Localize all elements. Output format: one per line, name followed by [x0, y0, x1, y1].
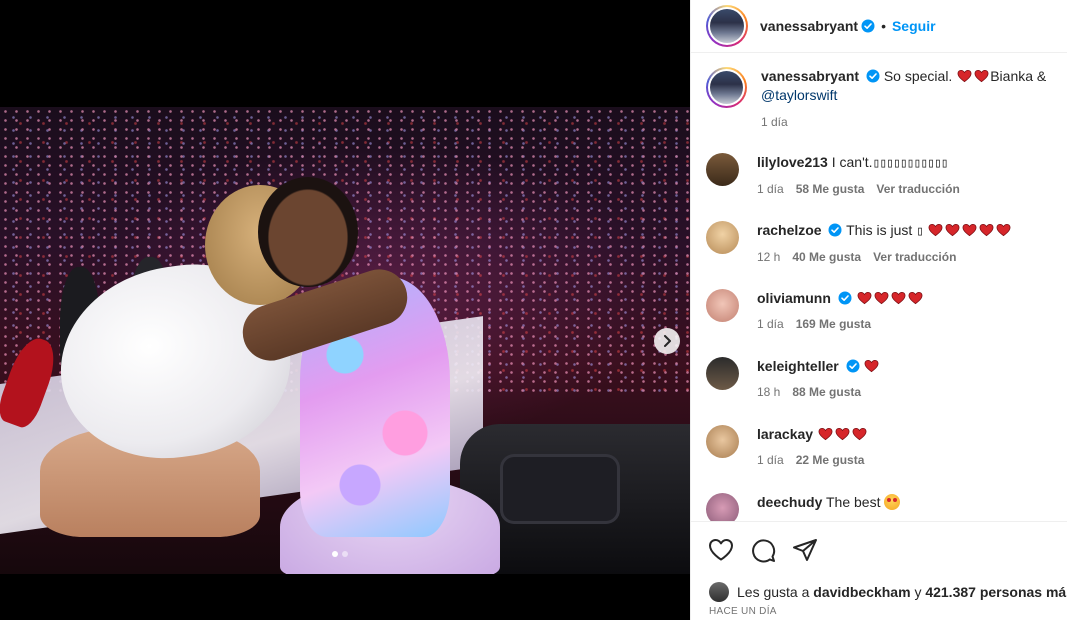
comment-likes[interactable]: 169 Me gusta	[796, 317, 871, 331]
comment-time[interactable]: 1 día	[757, 317, 784, 331]
likes-prefix: Les gusta a	[737, 584, 810, 600]
share-button[interactable]	[792, 537, 818, 563]
commenter-avatar[interactable]	[706, 493, 739, 521]
comment-text-extra: ▯	[916, 224, 924, 239]
commenter-avatar[interactable]	[706, 357, 739, 390]
action-buttons	[708, 537, 818, 563]
heart-emoji-group	[927, 222, 1012, 238]
heart-icon	[709, 539, 733, 561]
comment-text-extra: ▯▯▯▯▯▯▯▯▯▯▯	[872, 156, 949, 171]
comments-list[interactable]: vanessabryant So special. Bianka & @tayl…	[691, 53, 1067, 521]
likes-middle: y	[914, 584, 922, 600]
translate-link[interactable]: Ver traducción	[873, 250, 956, 264]
comment-time[interactable]: 1 día	[757, 453, 784, 467]
comment-item: lilylove213 I can't.▯▯▯▯▯▯▯▯▯▯▯ 1 día 58…	[706, 153, 1056, 196]
caption-avatar-ring[interactable]	[706, 67, 747, 108]
red-heart-emoji-icon	[818, 427, 833, 441]
like-button[interactable]	[708, 537, 734, 563]
red-heart-emoji-icon	[945, 223, 960, 237]
likes-count[interactable]: 421.387 personas más	[925, 584, 1067, 600]
verified-badge-icon	[861, 19, 875, 33]
caption-username[interactable]: vanessabryant	[761, 68, 859, 84]
caption-avatar[interactable]	[710, 71, 743, 104]
post-header: vanessabryant • Seguir	[691, 0, 1067, 53]
post-time-ago[interactable]: HACE UN DÍA	[709, 606, 777, 617]
verified-badge-icon	[866, 69, 880, 83]
red-heart-emoji-icon	[857, 291, 872, 305]
commenter-username[interactable]: larackay	[757, 426, 813, 442]
likes-summary: Les gusta a davidbeckham y 421.387 perso…	[709, 582, 1067, 602]
comment-likes[interactable]: 22 Me gusta	[796, 453, 865, 467]
comment-text: This is just	[846, 222, 913, 238]
red-heart-emoji-icon	[891, 291, 906, 305]
comment-time[interactable]: 12 h	[757, 250, 780, 264]
heart-emoji-group	[817, 426, 868, 442]
red-heart-emoji-icon	[835, 427, 850, 441]
commenter-avatar[interactable]	[706, 289, 739, 322]
comment-likes[interactable]: 88 Me gusta	[792, 385, 861, 399]
comment-time[interactable]: 1 día	[757, 182, 784, 196]
comment-button[interactable]	[750, 537, 776, 563]
red-heart-emoji-icon	[996, 223, 1011, 237]
verified-badge-icon	[838, 291, 852, 305]
post-media	[0, 0, 690, 620]
red-heart-emoji-icon	[957, 69, 972, 83]
carousel-dot-active	[332, 551, 338, 557]
comment-item: keleighteller 18 h 88 Me gusta	[706, 357, 1056, 399]
comment-likes[interactable]: 40 Me gusta	[792, 250, 861, 264]
post-actions: Les gusta a davidbeckham y 421.387 perso…	[691, 521, 1067, 620]
girl-head	[258, 177, 358, 287]
comment-likes[interactable]: 58 Me gusta	[796, 182, 865, 196]
carousel-dot	[342, 551, 348, 557]
commenter-avatar[interactable]	[706, 425, 739, 458]
caption-text: So special.	[883, 68, 953, 84]
comment-item: deechudy The best	[706, 493, 1056, 521]
post-photo[interactable]	[0, 107, 690, 574]
heart-eyes-emoji-icon	[884, 494, 901, 510]
carousel-dots	[332, 551, 348, 557]
commenter-username[interactable]: rachelzoe	[757, 222, 822, 238]
caption-text-after: Bianka &	[990, 68, 1047, 84]
commenter-username[interactable]: keleighteller	[757, 358, 839, 374]
comment-icon	[752, 539, 776, 563]
red-heart-emoji-icon	[852, 427, 867, 441]
comment-text: The best	[826, 494, 881, 510]
commenter-avatar[interactable]	[706, 153, 739, 186]
author-avatar-ring[interactable]	[706, 5, 748, 47]
verified-badge-icon	[828, 223, 842, 237]
liker-username[interactable]: davidbeckham	[813, 584, 910, 600]
red-heart-emoji-icon	[962, 223, 977, 237]
comment-item: oliviamunn 1 día 169 Me gusta	[706, 289, 1056, 331]
author-avatar[interactable]	[710, 9, 744, 43]
red-heart-emoji-icon	[979, 223, 994, 237]
caption-time[interactable]: 1 día	[761, 115, 788, 129]
author-username[interactable]: vanessabryant	[760, 18, 858, 34]
comment-item: larackay 1 día 22 Me gusta	[706, 425, 1056, 467]
caption-mention-link[interactable]: @taylorswift	[761, 87, 837, 103]
share-icon	[793, 539, 817, 561]
verified-badge-icon	[846, 359, 860, 373]
heart-emoji-group	[856, 290, 924, 306]
red-heart-emoji-icon	[928, 223, 943, 237]
translate-link[interactable]: Ver traducción	[876, 182, 959, 196]
heart-emoji-group	[863, 358, 880, 374]
commenter-avatar[interactable]	[706, 221, 739, 254]
chevron-right-icon	[664, 335, 671, 347]
comment-time[interactable]: 18 h	[757, 385, 780, 399]
liker-avatar[interactable]	[709, 582, 729, 602]
commenter-username[interactable]: lilylove213	[757, 154, 828, 170]
carousel-next-button[interactable]	[654, 328, 680, 354]
post-sidebar: vanessabryant • Seguir vanessabryant So …	[690, 0, 1067, 620]
red-heart-emoji-icon	[865, 359, 879, 373]
red-heart-emoji-icon	[974, 69, 989, 83]
header-separator: •	[881, 18, 886, 34]
red-heart-emoji-icon	[908, 291, 923, 305]
red-heart-emoji-icon	[874, 291, 889, 305]
comment-text: I can't.	[831, 154, 873, 170]
commenter-username[interactable]: deechudy	[757, 494, 822, 510]
post-caption: vanessabryant So special. Bianka & @tayl…	[706, 67, 1056, 129]
commenter-username[interactable]: oliviamunn	[757, 290, 831, 306]
comment-item: rachelzoe This is just ▯ 12 h 40 Me gust…	[706, 221, 1056, 264]
follow-button[interactable]: Seguir	[892, 18, 936, 34]
